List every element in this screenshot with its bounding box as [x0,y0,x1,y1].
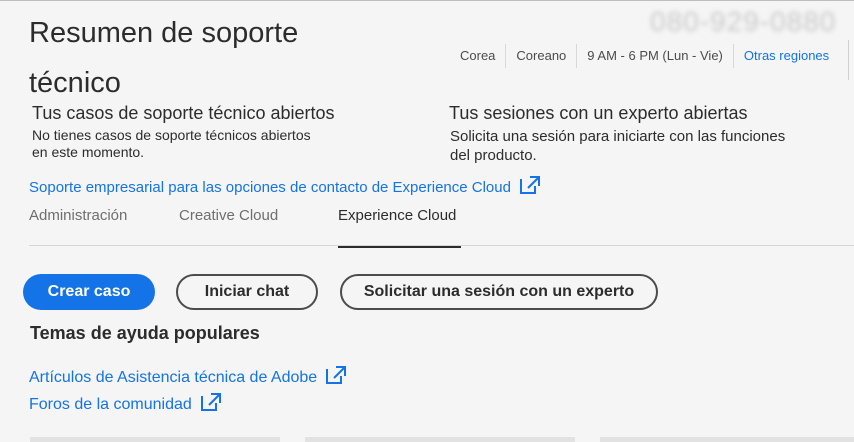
enterprise-support-row: Soporte empresarial para las opciones de… [29,175,541,196]
country-label: Corea [450,44,507,68]
tab-experience-cloud[interactable]: Experience Cloud [338,204,461,248]
external-link-icon[interactable] [200,392,222,412]
start-chat-button[interactable]: Iniciar chat [176,274,318,310]
tab-administracion[interactable]: Administración [29,204,127,246]
community-forums-link[interactable]: Foros de la comunidad [29,396,192,413]
card-edge [600,437,854,442]
popular-help-topics-title: Temas de ayuda populares [30,323,260,343]
hours-label: 9 AM - 6 PM (Lun - Vie) [577,44,734,68]
top-divider [0,0,854,1]
card-edge [305,437,575,442]
language-label: Coreano [506,44,578,68]
open-cases-text-line-2: en este momento. [32,144,145,160]
open-sessions-title: Tus sesiones con un experto abiertas [449,103,748,123]
support-phone-number: 080-929-0880 [650,6,837,37]
region-info-bar: Corea Coreano 9 AM - 6 PM (Lun - Vie) Ot… [450,44,839,68]
help-link-row: Artículos de Asistencia técnica de Adobe [29,365,347,387]
create-case-button[interactable]: Crear caso [23,274,155,310]
open-sessions-text-line-1: Solicita una sesión para iniciarte con l… [450,128,786,145]
adobe-support-articles-link[interactable]: Artículos de Asistencia técnica de Adobe [29,369,317,386]
request-expert-session-button[interactable]: Solicitar una sesión con un experto [340,274,658,310]
right-edge-divider [848,40,849,80]
external-link-icon[interactable] [519,175,541,195]
open-sessions-text-line-2: del producto. [450,147,537,164]
tabs-divider [29,245,854,246]
open-cases-text: No tienes casos de soporte técnicos abie… [32,127,311,161]
external-link-icon[interactable] [325,365,347,385]
other-regions-link[interactable]: Otras regiones [744,48,829,63]
open-cases-title: Tus casos de soporte técnico abiertos [32,103,335,123]
card-edge [30,437,280,442]
help-link-row: Foros de la comunidad [29,392,222,414]
page-title: Resumen de soporte técnico [29,17,299,99]
enterprise-support-link[interactable]: Soporte empresarial para las opciones de… [29,179,511,196]
open-sessions-text: Solicita una sesión para iniciarte con l… [450,127,785,165]
tab-creative-cloud[interactable]: Creative Cloud [179,204,278,246]
open-cases-text-line-1: No tienes casos de soporte técnicos abie… [32,127,311,143]
